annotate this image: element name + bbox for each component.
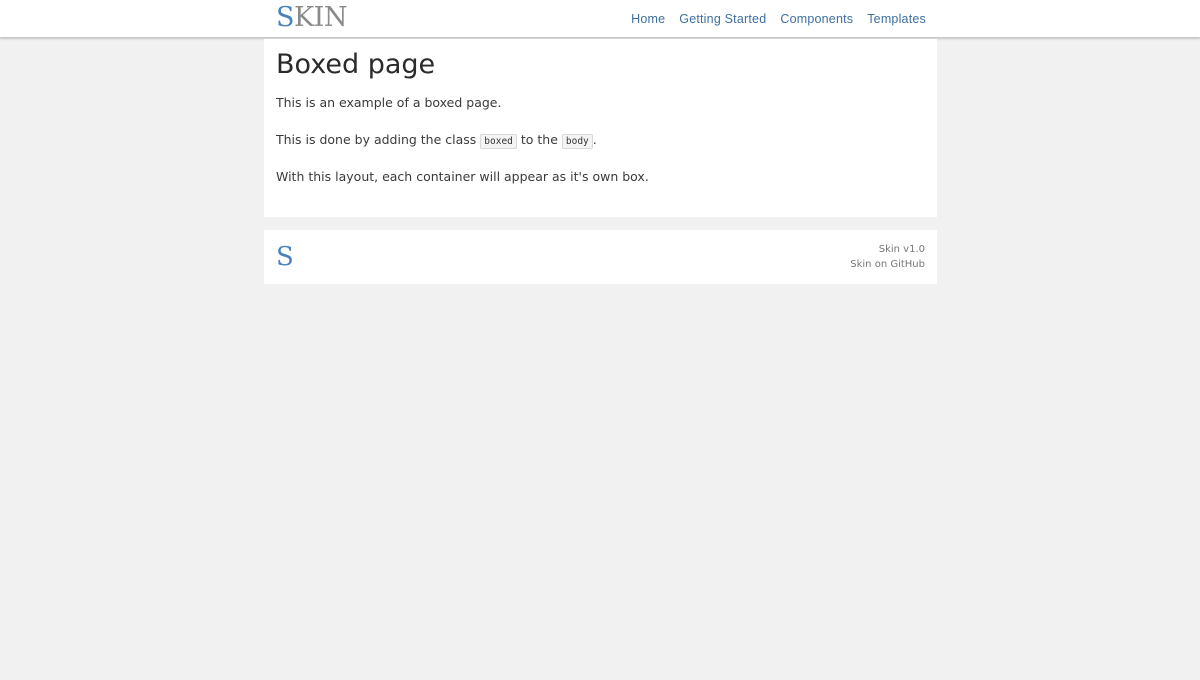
main-content-box: Boxed page This is an example of a boxed… [264,39,937,217]
footer-logo[interactable]: S [276,242,294,272]
page-title: Boxed page [276,49,436,80]
layout-paragraph: With this layout, each container will ap… [276,169,649,184]
nav-link-components[interactable]: Components [780,12,853,26]
class-paragraph-text-middle: to the [516,132,562,147]
footer-links: Skin v1.0 Skin on GitHub [850,242,925,272]
nav-link-templates[interactable]: Templates [867,12,926,26]
top-navbar: SKIN Home Getting Started Components Tem… [0,0,1200,38]
navbar-container: SKIN Home Getting Started Components Tem… [276,0,926,37]
class-paragraph-text-before: This is done by adding the class [276,132,481,147]
class-paragraph-text-after: . [592,132,597,147]
intro-paragraph: This is an example of a boxed page. [276,95,502,110]
class-paragraph: This is done by adding the class boxed t… [276,130,597,152]
footer-version-link[interactable]: Skin v1.0 [850,242,925,257]
logo-rest-letters: KIN [294,2,347,33]
nav-link-home[interactable]: Home [631,12,665,26]
code-body: body [561,134,593,149]
nav-links: Home Getting Started Components Template… [631,0,926,37]
footer-github-link[interactable]: Skin on GitHub [850,257,925,272]
skin-logo[interactable]: SKIN [276,3,347,33]
code-boxed: boxed [480,134,517,149]
footer-box: S Skin v1.0 Skin on GitHub [264,230,937,284]
logo-s-letter: S [276,2,295,33]
nav-link-getting-started[interactable]: Getting Started [679,12,766,26]
